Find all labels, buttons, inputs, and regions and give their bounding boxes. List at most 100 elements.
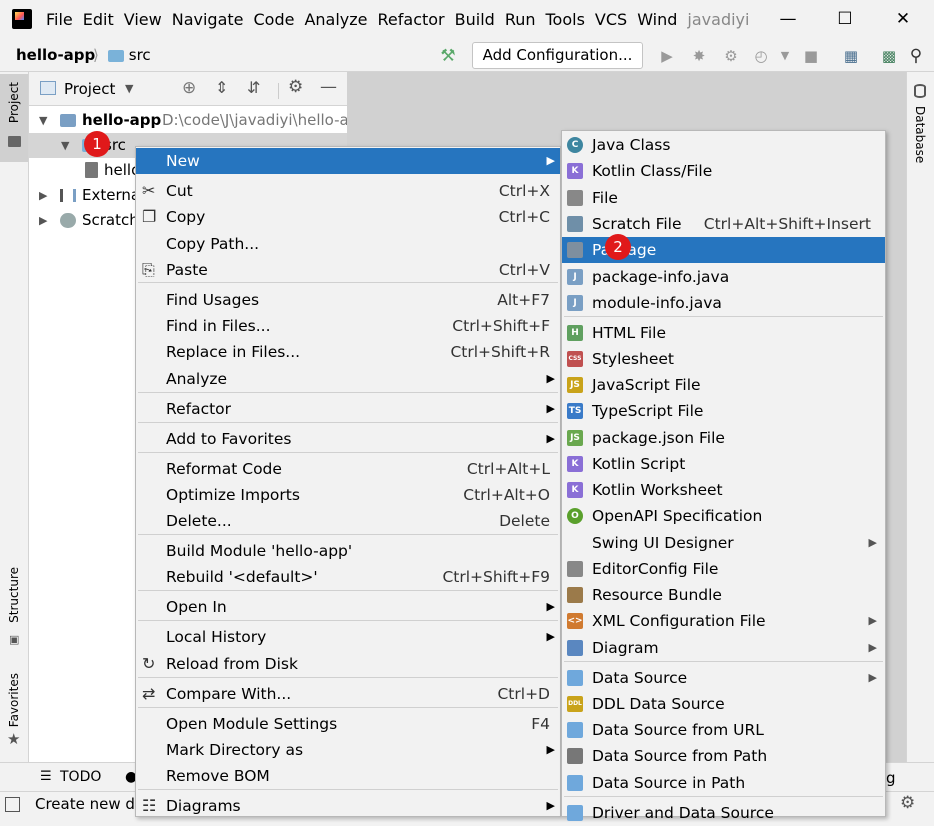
menu-vcs[interactable]: VCS <box>590 10 632 29</box>
add-configuration-button[interactable]: Add Configuration... <box>472 42 643 69</box>
shortcut-label: Ctrl+Shift+F9 <box>442 568 550 586</box>
context-menu-item-local-history[interactable]: Local History ▶ <box>136 624 560 650</box>
new-submenu-item-data-source[interactable]: Data Source ▶ <box>562 665 885 691</box>
event-log-tab[interactable]: g <box>886 769 896 787</box>
favorites-tool-tab[interactable]: Favorites ★ <box>0 670 28 754</box>
menu-code[interactable]: Code <box>249 10 300 29</box>
new-submenu-item-kotlin-class-file[interactable]: K Kotlin Class/File <box>562 158 885 184</box>
new-submenu-item-xml-configuration-file[interactable]: <> XML Configuration File ▶ <box>562 608 885 634</box>
breadcrumb-project[interactable]: hello-app <box>16 46 95 64</box>
context-menu-item-analyze[interactable]: Analyze ▶ <box>136 366 560 392</box>
todo-tab[interactable]: TODO <box>60 769 101 785</box>
context-menu-item-paste[interactable]: ⎘ Paste Ctrl+V <box>136 257 560 283</box>
context-menu-item-find-in-files[interactable]: Find in Files... Ctrl+Shift+F <box>136 313 560 339</box>
context-menu-item-open-module-settings[interactable]: Open Module Settings F4 <box>136 711 560 737</box>
menu-view[interactable]: View <box>119 10 167 29</box>
context-menu-item-open-in[interactable]: Open In ▶ <box>136 594 560 620</box>
chevron-down-icon[interactable]: ▼ <box>39 108 47 133</box>
new-submenu-item-swing-ui-designer[interactable]: Swing UI Designer ▶ <box>562 530 885 556</box>
new-submenu-item-package-info-java[interactable]: Jpackage-info.java <box>562 264 885 290</box>
context-menu-item-copy-path[interactable]: Copy Path... <box>136 231 560 257</box>
context-menu-label: Open In <box>166 598 227 616</box>
project-structure-icon[interactable]: ▦ <box>842 47 860 65</box>
new-submenu-item-package-json-file[interactable]: JS package.json File <box>562 425 885 451</box>
profile-icon[interactable]: ◴ <box>752 47 770 65</box>
new-submenu-item-javascript-file[interactable]: JS JavaScript File <box>562 372 885 398</box>
gear-icon[interactable]: ⚙ <box>288 77 303 97</box>
context-menu-item-replace-in-files[interactable]: Replace in Files... Ctrl+Shift+R <box>136 339 560 365</box>
locate-icon[interactable]: ⊕ <box>182 78 196 98</box>
context-menu-item-reload-from-disk[interactable]: ↻ Reload from Disk <box>136 651 560 677</box>
tree-row-root[interactable]: ▼ hello-app D:\code\J\javadiyi\hello-a <box>29 108 347 133</box>
context-menu-item-mark-directory-as[interactable]: Mark Directory as ▶ <box>136 737 560 763</box>
context-menu-item-build-module-hello-app[interactable]: Build Module 'hello-app' <box>136 538 560 564</box>
minimize-button[interactable]: — <box>776 8 800 30</box>
new-submenu-item-data-source-from-path[interactable]: Data Source from Path <box>562 743 885 769</box>
chevron-right-icon[interactable]: ▶ <box>39 183 47 208</box>
stop-icon[interactable]: ■ <box>802 47 820 65</box>
context-menu-item-reformat-code[interactable]: Reformat Code Ctrl+Alt+L <box>136 456 560 482</box>
context-menu-item-add-to-favorites[interactable]: Add to Favorites ▶ <box>136 426 560 452</box>
context-menu-item-copy[interactable]: ❐ Copy Ctrl+C <box>136 204 560 230</box>
context-menu-item-rebuild-default[interactable]: Rebuild '<default>' Ctrl+Shift+F9 <box>136 564 560 590</box>
coverage-icon[interactable]: ⚙ <box>722 47 740 65</box>
collapse-all-icon[interactable]: ⇵ <box>247 78 260 97</box>
new-submenu-item-data-source-from-url[interactable]: Data Source from URL <box>562 717 885 743</box>
run-anything-icon[interactable]: ▩ <box>880 47 898 65</box>
breadcrumb-folder[interactable]: src <box>108 46 151 64</box>
menu-file[interactable]: File <box>41 10 78 29</box>
hide-icon[interactable]: — <box>320 77 337 97</box>
context-menu-item-diagrams[interactable]: ☷ Diagrams ▶ <box>136 793 560 819</box>
context-menu-item-new[interactable]: New ▶ <box>136 148 560 174</box>
new-submenu-item-kotlin-script[interactable]: K Kotlin Script <box>562 451 885 477</box>
structure-tool-tab[interactable]: Structure ▣ <box>0 562 28 652</box>
menu-analyze[interactable]: Analyze <box>299 10 372 29</box>
search-icon[interactable]: ⚲ <box>907 47 925 65</box>
context-menu-item-find-usages[interactable]: Find Usages Alt+F7 <box>136 287 560 313</box>
toggle-tool-windows-icon[interactable] <box>5 797 20 812</box>
context-menu-item-cut[interactable]: ✂ Cut Ctrl+X <box>136 178 560 204</box>
new-submenu-item-typescript-file[interactable]: TS TypeScript File <box>562 398 885 424</box>
new-submenu-item-data-source-in-path[interactable]: Data Source in Path <box>562 770 885 796</box>
new-submenu-item-diagram[interactable]: Diagram ▶ <box>562 635 885 661</box>
menu-tools[interactable]: Tools <box>541 10 590 29</box>
menu-window[interactable]: Wind <box>632 10 682 29</box>
new-submenu-item-kotlin-worksheet[interactable]: K Kotlin Worksheet <box>562 477 885 503</box>
database-tool-tab[interactable]: Database <box>907 82 934 168</box>
new-submenu-item-file[interactable]: File <box>562 185 885 211</box>
expand-all-icon[interactable]: ⇕ <box>215 78 228 97</box>
run-dropdown-icon[interactable]: ▼ <box>776 47 794 65</box>
menu-navigate[interactable]: Navigate <box>167 10 249 29</box>
menu-run[interactable]: Run <box>500 10 541 29</box>
new-submenu-item-openapi-specification[interactable]: O OpenAPI Specification <box>562 503 885 529</box>
context-menu-item-delete[interactable]: Delete... Delete <box>136 508 560 534</box>
maximize-button[interactable]: ☐ <box>833 8 857 30</box>
debug-icon[interactable]: ✸ <box>690 47 708 65</box>
context-menu-item-optimize-imports[interactable]: Optimize Imports Ctrl+Alt+O <box>136 482 560 508</box>
context-menu-item-refactor[interactable]: Refactor ▶ <box>136 396 560 422</box>
close-button[interactable]: ✕ <box>891 8 915 30</box>
build-hammer-icon[interactable]: ⚒ <box>439 47 457 65</box>
new-submenu-item-scratch-file[interactable]: Scratch File Ctrl+Alt+Shift+Insert <box>562 211 885 237</box>
context-menu-item-remove-bom[interactable]: Remove BOM <box>136 763 560 789</box>
menu-build[interactable]: Build <box>450 10 500 29</box>
new-submenu-item-editorconfig-file[interactable]: EditorConfig File <box>562 556 885 582</box>
new-submenu-item-ddl-data-source[interactable]: DDL DDL Data Source <box>562 691 885 717</box>
new-submenu-item-java-class[interactable]: C Java Class <box>562 132 885 158</box>
project-tool-tab[interactable]: Project <box>0 74 28 162</box>
new-submenu-item-resource-bundle[interactable]: Resource Bundle <box>562 582 885 608</box>
new-submenu-item-module-info-java[interactable]: Jmodule-info.java <box>562 290 885 316</box>
chevron-right-icon[interactable]: ▶ <box>39 208 47 233</box>
settings-icon[interactable]: ⚙ <box>900 793 915 813</box>
menu-refactor[interactable]: Refactor <box>373 10 450 29</box>
menu-edit[interactable]: Edit <box>78 10 119 29</box>
context-menu-item-compare-with[interactable]: ⇄ Compare With... Ctrl+D <box>136 681 560 707</box>
chevron-down-icon[interactable]: ▼ <box>125 82 133 95</box>
new-submenu-item-stylesheet[interactable]: CSS Stylesheet <box>562 346 885 372</box>
run-icon[interactable]: ▶ <box>658 47 676 65</box>
project-view-selector[interactable]: Project <box>64 80 115 98</box>
chevron-down-icon[interactable]: ▼ <box>61 133 69 158</box>
new-submenu-item-driver-and-data-source[interactable]: Driver and Data Source <box>562 800 885 826</box>
shortcut-label: Ctrl+C <box>498 208 550 226</box>
new-submenu-item-html-file[interactable]: H HTML File <box>562 320 885 346</box>
